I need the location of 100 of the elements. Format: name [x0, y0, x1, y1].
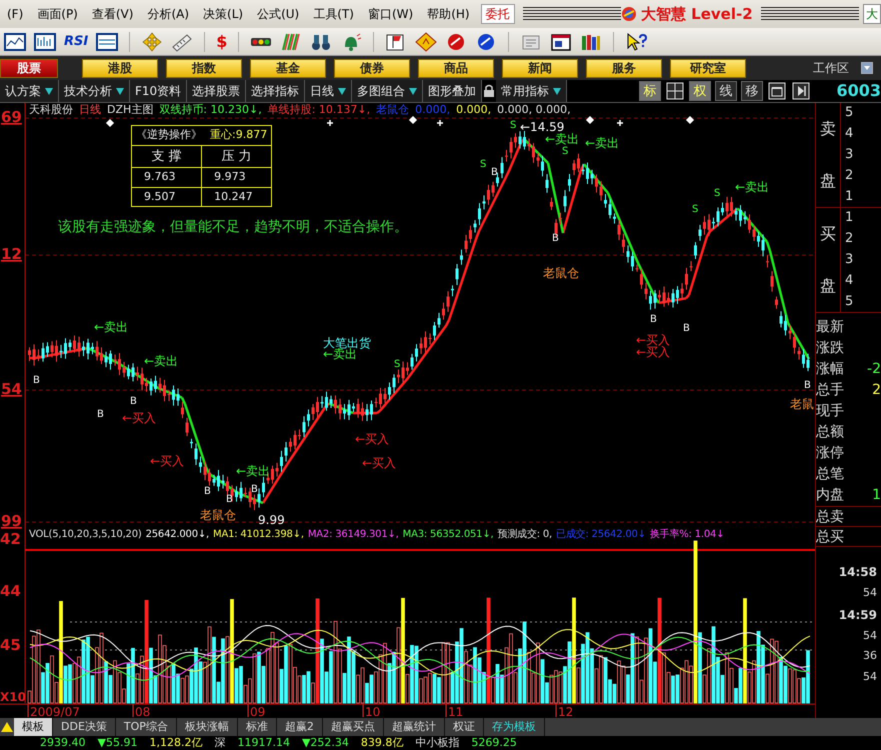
- market-tab[interactable]: 港股: [82, 58, 158, 78]
- sell-signal: ←卖出: [545, 132, 580, 146]
- menu-item[interactable]: 决策(L): [196, 5, 250, 23]
- menu-item[interactable]: (F): [0, 5, 30, 23]
- legend-text: 25642.000↓,: [146, 528, 210, 541]
- legend-text: VOL(5,10,20,3,5,10,20): [29, 528, 142, 541]
- side-label: 买: [820, 222, 836, 245]
- toolbar-tab[interactable]: F10资料: [130, 80, 188, 102]
- market-tab[interactable]: 商品: [418, 58, 494, 78]
- toolbar-tab[interactable]: 认方案: [0, 80, 59, 102]
- template-tab[interactable]: 超赢统计: [384, 718, 445, 736]
- quote-value: -2: [867, 360, 881, 379]
- axis-label: 69: [1, 108, 22, 126]
- menu-item[interactable]: 分析(A): [140, 5, 196, 23]
- level-number: 5: [844, 104, 854, 122]
- table-cell: 9.507: [132, 187, 202, 206]
- toolbar-tab[interactable]: 常用指标: [496, 80, 568, 102]
- buy-signal: ←买入: [636, 333, 670, 347]
- signal-label: 老鼠仓: [200, 508, 236, 522]
- trade-button[interactable]: 委托: [480, 4, 515, 24]
- center-value: 重心:9.877: [210, 128, 268, 141]
- index-value: 5269.25: [471, 736, 517, 750]
- sell-marker: S: [510, 120, 516, 131]
- quote-label: 内盘: [816, 486, 844, 505]
- market-tab[interactable]: 服务: [586, 58, 662, 78]
- menu-item[interactable]: 画面(P): [30, 5, 85, 23]
- market-tab[interactable]: 指数: [166, 58, 242, 78]
- template-tab[interactable]: 板块涨幅: [176, 718, 238, 736]
- menu-item[interactable]: 公式(U): [250, 5, 306, 23]
- side-label: 盘: [820, 274, 836, 297]
- save-template-button[interactable]: 存为模板: [484, 718, 545, 736]
- chart-tool-button[interactable]: 标: [639, 81, 661, 101]
- market-tab[interactable]: 基金: [250, 58, 326, 78]
- trade-time: 54: [862, 668, 878, 684]
- market-tab[interactable]: 研究室: [670, 58, 746, 78]
- index-value: 深: [214, 736, 226, 750]
- quote-label: 总买: [816, 529, 844, 545]
- toolbar-tab[interactable]: 选择股票: [187, 80, 246, 102]
- level-number: 1: [844, 188, 854, 206]
- table-header: 支 撑: [132, 145, 202, 168]
- legend-text: 预测成交: 0,: [498, 528, 552, 541]
- chart-tool-button[interactable]: 移: [741, 81, 763, 101]
- axis-label: 2009/07: [30, 705, 80, 718]
- template-tab[interactable]: DDE决策: [53, 718, 116, 736]
- quote-label: 总卖: [816, 509, 844, 525]
- toolbar-tab[interactable]: 技术分析: [59, 80, 130, 102]
- sell-signal: ←卖出: [585, 136, 620, 150]
- legend-text: 0.000, 0.000,: [497, 103, 571, 116]
- side-label: 盘: [820, 170, 836, 192]
- level-number: 3: [844, 250, 854, 269]
- index-value: 839.8亿: [360, 736, 404, 750]
- quote-label: 现手: [816, 402, 844, 421]
- quote-value: 2: [872, 381, 881, 400]
- legend-text: 0.000,: [456, 103, 492, 116]
- table-cell: 9.763: [132, 168, 202, 187]
- axis-label: 12: [558, 705, 574, 718]
- axis-label: 54: [1, 380, 22, 398]
- chart-tool-button[interactable]: 线: [715, 81, 737, 101]
- index-value: ▼252.34: [302, 736, 349, 750]
- legend-text: MA1: 41012.398↓,: [213, 528, 304, 541]
- market-tab[interactable]: 债券: [334, 58, 410, 78]
- toolbar-tab[interactable]: 日线: [305, 80, 352, 102]
- axis-label: 11: [448, 705, 464, 718]
- rsi-button[interactable]: RSI: [64, 35, 88, 48]
- market-tab[interactable]: 新闻: [502, 58, 578, 78]
- chart-tool-button[interactable]: 权: [689, 81, 711, 101]
- menu-item[interactable]: 帮助(H): [420, 5, 477, 23]
- stock-code: 6003: [835, 80, 881, 102]
- edge-button[interactable]: 大: [863, 4, 881, 24]
- axis-label: 10: [365, 705, 380, 718]
- market-tab[interactable]: 股票: [0, 58, 58, 78]
- menu-item[interactable]: 工具(T): [306, 5, 361, 23]
- legend-text: DZH主图: [107, 103, 154, 116]
- trade-time: 36: [862, 648, 878, 664]
- template-tab[interactable]: TOP综合: [116, 718, 177, 736]
- level-number: 1: [844, 209, 854, 228]
- template-tab[interactable]: 权证: [444, 718, 484, 736]
- sell-signal: ←卖出: [735, 180, 770, 194]
- sell-marker: S: [692, 204, 698, 215]
- axis-label: 99: [1, 512, 22, 530]
- level-number: 2: [844, 230, 854, 248]
- template-tab[interactable]: 模板: [14, 718, 53, 736]
- toolbar-tab[interactable]: 图形叠加: [423, 80, 482, 102]
- template-tab[interactable]: 超赢买点: [322, 718, 384, 736]
- template-tab[interactable]: 标准: [238, 718, 277, 736]
- workspace-label[interactable]: 工作区: [813, 59, 849, 77]
- buy-marker: B: [251, 484, 258, 495]
- menu-item[interactable]: 窗口(W): [360, 5, 420, 23]
- legend-text: 换手率%: 1.04↓: [650, 528, 724, 541]
- index-value: ▼55.91: [98, 736, 138, 750]
- buy-signal: ←买入: [122, 411, 156, 425]
- dollar-button[interactable]: $: [216, 34, 228, 50]
- toolbar-tab[interactable]: 多图组合: [352, 80, 424, 102]
- axis-label: 12: [1, 245, 22, 263]
- toolbar-tab[interactable]: 选择指标: [246, 80, 306, 102]
- sell-signal: ←卖出: [144, 354, 178, 368]
- template-tab[interactable]: 超赢2: [276, 718, 323, 736]
- legend-text: 天科股份: [29, 103, 73, 116]
- menu-item[interactable]: 查看(V): [84, 5, 140, 23]
- buy-marker: B: [130, 396, 137, 407]
